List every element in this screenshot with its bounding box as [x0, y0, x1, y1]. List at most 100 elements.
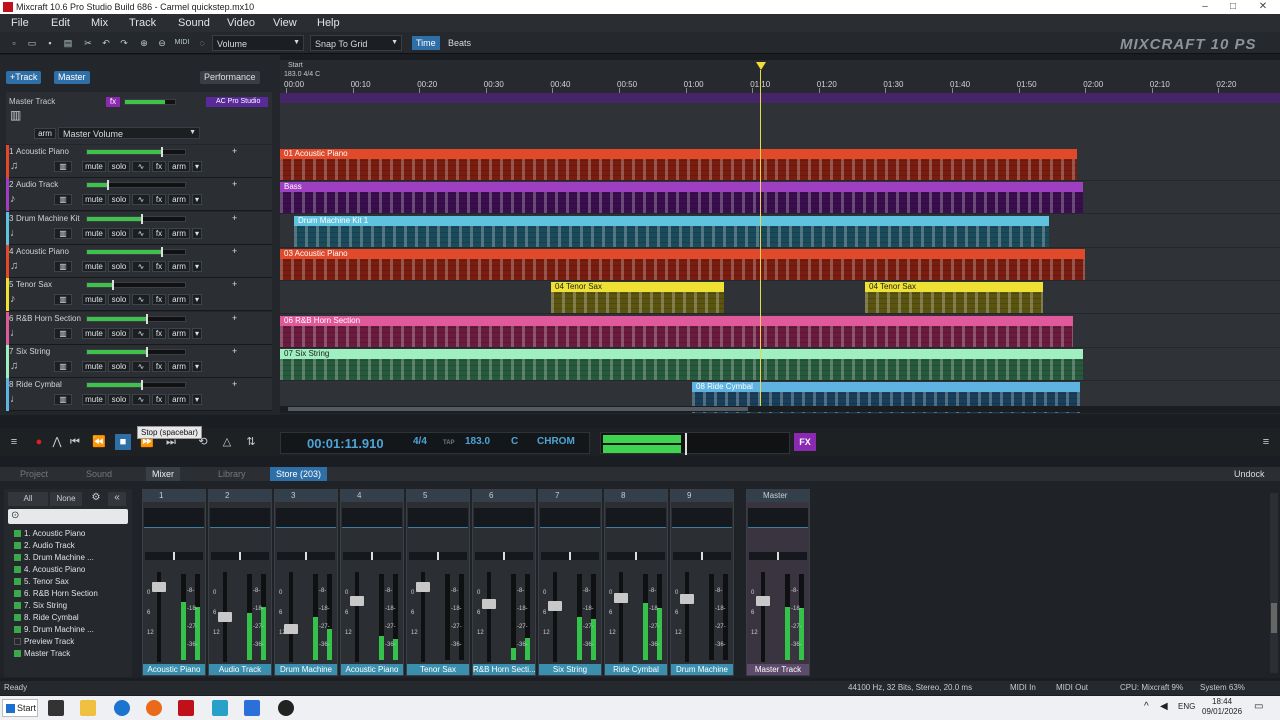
timeline-lane[interactable]: 06 R&B Horn Section	[280, 315, 1280, 348]
clip[interactable]: 04 Tenor Sax	[865, 282, 1043, 314]
add-effect-icon[interactable]: +	[232, 146, 237, 156]
mixer-scrollbar[interactable]	[1270, 493, 1278, 673]
volume-fader-knob[interactable]	[218, 612, 232, 622]
master-plugin-slot[interactable]: AC Pro Studio	[206, 97, 268, 107]
channel-strip[interactable]: 4 -8- -18- -27- -36- 0 6 12 Acoustic Piano	[340, 489, 404, 676]
select-all-button[interactable]: All	[8, 492, 48, 506]
track-name[interactable]: Tenor Sax	[16, 280, 86, 289]
language-indicator[interactable]: ENG	[1178, 702, 1195, 711]
file-explorer-icon[interactable]	[80, 700, 96, 716]
track-volume-slider[interactable]	[86, 246, 186, 257]
save-icon[interactable]: ▪	[44, 37, 56, 49]
automation-icon[interactable]: ∿	[132, 227, 150, 239]
channel-strip[interactable]: 7 -8- -18- -27- -36- 0 6 12 Six String	[538, 489, 602, 676]
key-display[interactable]: C	[511, 436, 518, 447]
menu-icon[interactable]: ≡	[6, 434, 22, 450]
open-folder-icon[interactable]: ▭	[26, 37, 38, 49]
add-effect-icon[interactable]: +	[232, 346, 237, 356]
track-volume-knob[interactable]	[106, 180, 109, 191]
redo-icon[interactable]: ↷	[118, 37, 130, 49]
solo-button[interactable]: solo	[108, 294, 130, 306]
midi-button[interactable]: MIDI	[174, 37, 190, 49]
mixer-list-item[interactable]: 2. Audio Track	[14, 541, 75, 550]
volume-dropdown[interactable]: Volume ▼	[212, 35, 304, 51]
speaker-icon[interactable]: ◀	[1160, 701, 1168, 712]
channel-strip[interactable]: 2 -8- -18- -27- -36- 0 6 12 Audio Track	[208, 489, 272, 676]
track-mixer-icon[interactable]: ▥	[54, 194, 72, 206]
add-effect-icon[interactable]: +	[232, 213, 237, 223]
checkbox-icon[interactable]	[14, 614, 21, 622]
volume-fader-knob[interactable]	[482, 599, 496, 610]
pan-control[interactable]	[343, 552, 401, 560]
track-mixer-icon[interactable]: ▥	[54, 394, 72, 406]
track-row[interactable]: 4 Acoustic Piano ♫ + ▥ mute solo ∿ fx arm ▾	[6, 244, 272, 278]
track-row[interactable]: 6 R&B Horn Section ♩ + ▥ mute solo ∿ fx arm ▾	[6, 311, 272, 345]
menu-video[interactable]: Video	[227, 17, 255, 29]
master-volume-slider[interactable]	[124, 99, 176, 105]
solo-button[interactable]: solo	[108, 360, 130, 372]
mute-button[interactable]: mute	[82, 327, 106, 339]
clock-time[interactable]: 18:44	[1212, 697, 1232, 706]
new-file-icon[interactable]: ▫	[8, 37, 20, 49]
add-effect-icon[interactable]: +	[232, 379, 237, 389]
eq-display[interactable]	[672, 508, 732, 528]
track-row[interactable]: 2 Audio Track ♪ + ▥ mute solo ∿ fx arm ▾	[6, 178, 272, 212]
menu-help[interactable]: Help	[317, 17, 340, 29]
pan-knob[interactable]	[635, 552, 637, 560]
eq-display[interactable]	[144, 508, 204, 528]
pan-knob[interactable]	[569, 552, 571, 560]
master-channel-strip[interactable]: Master -8- -18- -27- -36- 0 6 12 Master Track	[746, 489, 810, 676]
mixer-list-item[interactable]: 7. Six String	[14, 601, 67, 610]
timeline-lane[interactable]: Bass	[280, 181, 1280, 215]
channel-strip[interactable]: 1 -8- -18- -27- -36- 0 6 12 Acoustic Piano	[142, 489, 206, 676]
pan-control[interactable]	[145, 552, 203, 560]
track-fx-button[interactable]: fx	[152, 194, 166, 206]
track-row[interactable]: 3 Drum Machine Kit ♩ + ▥ mute solo ∿ fx arm ▾	[6, 211, 272, 245]
track-name[interactable]: Ride Cymbal	[16, 380, 86, 389]
tab-store[interactable]: Store (203)	[270, 467, 328, 481]
volume-fader-track[interactable]	[289, 572, 293, 662]
track-volume-slider[interactable]	[86, 380, 186, 391]
automation-icon[interactable]: ∿	[132, 294, 150, 306]
pan-control[interactable]	[749, 552, 807, 560]
track-mixer-icon[interactable]: ▥	[54, 161, 72, 172]
eq-display[interactable]	[210, 508, 270, 528]
metronome-icon[interactable]: ◌	[196, 37, 208, 49]
pan-knob[interactable]	[371, 552, 373, 560]
undo-icon[interactable]: ↶	[100, 37, 112, 49]
add-track-button[interactable]: +Track	[6, 71, 42, 84]
clip[interactable]: 03 Acoustic Piano	[280, 248, 1085, 280]
track-name[interactable]: Audio Track	[16, 180, 86, 189]
mute-button[interactable]: mute	[82, 260, 106, 272]
arm-button[interactable]: arm	[168, 327, 190, 339]
mixer-list-item[interactable]: Preview Track	[14, 637, 74, 646]
track-volume-knob[interactable]	[145, 346, 148, 357]
menu-mix[interactable]: Mix	[91, 17, 108, 29]
metronome-button[interactable]: △	[219, 434, 235, 450]
transport-menu-icon[interactable]: ≡	[1258, 434, 1274, 450]
solo-button[interactable]: solo	[108, 194, 130, 206]
automation-icon[interactable]: ∿	[132, 360, 150, 372]
menu-file[interactable]: File	[11, 17, 29, 29]
time-signature[interactable]: 4/4	[413, 436, 427, 447]
timeline-lane[interactable]: Drum Machine Kit 1	[280, 215, 1280, 248]
checkbox-icon[interactable]	[14, 578, 21, 586]
track-mixer-icon[interactable]: ▥	[54, 294, 72, 306]
menu-edit[interactable]: Edit	[51, 17, 70, 29]
mute-button[interactable]: mute	[82, 194, 106, 206]
timeline-area[interactable]: Start 183.0 4/4 C 00:00 00:10 00:20 00:30 00…	[280, 60, 1280, 415]
collapse-icon[interactable]: «	[108, 492, 126, 506]
chevron-down-icon[interactable]: ▾	[192, 327, 202, 339]
pan-control[interactable]	[673, 552, 731, 560]
timeline-lane[interactable]: 07 Six String	[280, 348, 1280, 381]
horizontal-scrollbar[interactable]	[280, 406, 1280, 412]
track-row[interactable]: 5 Tenor Sax ♪ + ▥ mute solo ∿ fx arm ▾	[6, 278, 272, 312]
start-button[interactable]: Start	[2, 699, 38, 717]
clock-date[interactable]: 09/01/2026	[1202, 707, 1242, 716]
checkbox-icon[interactable]	[14, 602, 21, 610]
pan-control[interactable]	[541, 552, 599, 560]
menu-view[interactable]: View	[273, 17, 297, 29]
volume-fader-knob[interactable]	[350, 596, 364, 606]
track-volume-slider[interactable]	[86, 313, 186, 324]
time-display[interactable]: 00:01:11.910	[307, 436, 384, 451]
